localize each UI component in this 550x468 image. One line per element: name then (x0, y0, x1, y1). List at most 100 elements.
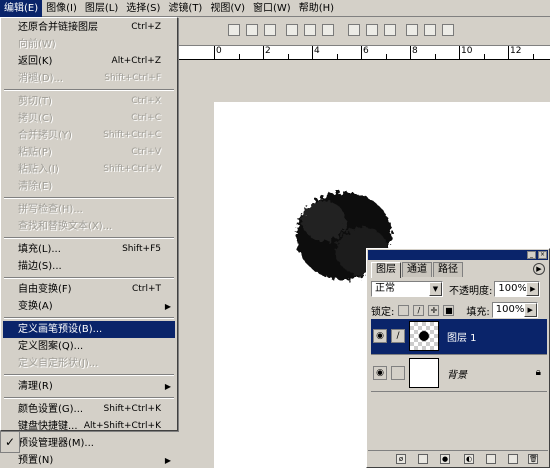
menu-item-label: 粘贴入(I) (18, 164, 59, 175)
menu-item-label: 定义画笔预设(B)... (18, 324, 103, 335)
layer-thumbnail (409, 358, 439, 388)
layers-palette: _ × 图层 通道 路径 ▶ 正常 ▼ 不透明度: 100% ▶ 锁定: / ✛ ■… (366, 248, 550, 468)
menu-item-shortcut: Alt+Ctrl+Z (111, 56, 161, 66)
align-top-icon[interactable] (228, 24, 240, 36)
chevron-down-icon: ▼ (429, 282, 442, 296)
tab-0[interactable]: 图层 (371, 262, 401, 278)
edit-menu-item-1[interactable]: 向前(W) (3, 36, 175, 53)
fill-field[interactable]: 100% ▶ (491, 302, 538, 318)
menu-item-label: 描边(S)... (18, 261, 62, 272)
edit-menu-item-13[interactable]: 描边(S)... (3, 258, 175, 275)
align-left-icon[interactable] (286, 24, 298, 36)
menu-5[interactable]: 视图(V) (206, 0, 249, 17)
edit-menu-item-0[interactable]: 还原合并链接图层 Ctrl+Z (3, 19, 175, 36)
menu-item-label: 返回(K) (18, 56, 53, 67)
menu-separator (4, 397, 174, 399)
close-icon[interactable]: × (538, 251, 547, 259)
lock-transparency-icon[interactable] (398, 304, 410, 316)
menu-item-label: 变换(A) (18, 301, 53, 312)
layer-row-background[interactable]: ◉ 背景 🔒︎ (371, 356, 547, 392)
edit-menu-item-17[interactable]: 定义图案(Q)... (3, 338, 175, 355)
eye-icon[interactable]: ◉ (373, 366, 387, 380)
distribute-right-icon[interactable] (442, 24, 454, 36)
edit-dropdown-menu: 还原合并链接图层 Ctrl+Z 向前(W) 返回(K) Alt+Ctrl+Z 消褪(D).… (0, 17, 178, 466)
palette-tabs: 图层 通道 路径 (371, 262, 464, 278)
lock-pixels-icon[interactable]: / (413, 304, 425, 316)
brush-tool-icon[interactable]: ✓ (0, 431, 20, 453)
lock-all-icon[interactable]: ■ (443, 304, 455, 316)
distribute-bottom-icon[interactable] (384, 24, 396, 36)
menu-item-shortcut: Shift+Ctrl+C (103, 130, 161, 140)
eye-icon[interactable]: ◉ (373, 329, 387, 343)
edit-menu-item-18[interactable]: 定义自定形状(J)... (3, 355, 175, 372)
fill-label: 填充: (466, 306, 490, 318)
edit-menu-item-3[interactable]: 消褪(D)... Shift+Ctrl+F (3, 70, 175, 87)
edit-menu-item-8[interactable]: 粘贴入(I) Shift+Ctrl+V (3, 161, 175, 178)
distribute-top-icon[interactable] (348, 24, 360, 36)
link-layers-icon[interactable]: ø (396, 454, 406, 464)
align-hcenter-icon[interactable] (304, 24, 316, 36)
menu-6[interactable]: 窗口(W) (249, 0, 295, 17)
edit-menu-item-21[interactable]: 键盘快捷键... Alt+Shift+Ctrl+K (3, 418, 175, 435)
edit-menu-item-4[interactable]: 剪切(T) Ctrl+X (3, 93, 175, 110)
edit-menu-item-11[interactable]: 查找和替换文本(X)... (3, 218, 175, 235)
tab-2[interactable]: 路径 (433, 262, 463, 277)
empty-link-cell[interactable] (391, 366, 405, 380)
align-bottom-icon[interactable] (264, 24, 276, 36)
align-vcenter-icon[interactable] (246, 24, 258, 36)
distribute-vcenter-icon[interactable] (366, 24, 378, 36)
distribute-hcenter-icon[interactable] (424, 24, 436, 36)
edit-menu-item-9[interactable]: 清除(E) (3, 178, 175, 195)
edit-menu-item-20[interactable]: 颜色设置(G)... Shift+Ctrl+K (3, 401, 175, 418)
menu-item-label: 定义图案(Q)... (18, 341, 84, 352)
edit-menu-item-14[interactable]: 自由变换(F) Ctrl+T (3, 281, 175, 298)
layer-row-layer1[interactable]: ◉ / 图层 1 (371, 319, 547, 355)
palette-titlebar[interactable]: _ × (368, 250, 548, 260)
menu-3[interactable]: 选择(S) (122, 0, 164, 17)
minimize-icon[interactable]: _ (527, 251, 536, 259)
menu-item-label: 清理(R) (18, 381, 53, 392)
new-set-icon[interactable] (486, 454, 496, 464)
align-right-icon[interactable] (322, 24, 334, 36)
lock-label: 锁定: (371, 306, 395, 318)
menu-item-label: 预设管理器(M)... (18, 438, 94, 449)
lock-position-icon[interactable]: ✛ (428, 304, 440, 316)
ruler-tick (336, 54, 338, 59)
ruler-label: 8 (412, 46, 418, 56)
menu-1[interactable]: 图像(I) (42, 0, 81, 17)
ruler-tick (361, 46, 362, 59)
edit-menu-item-5[interactable]: 拷贝(C) Ctrl+C (3, 110, 175, 127)
ruler-tick (410, 46, 411, 59)
submenu-arrow-icon: ▶ (164, 302, 171, 311)
add-mask-icon[interactable]: ● (440, 454, 450, 464)
edit-menu-item-12[interactable]: 填充(L)... Shift+F5 (3, 241, 175, 258)
edit-menu-item-16[interactable]: 定义画笔预设(B)... (3, 321, 175, 338)
new-fill-layer-icon[interactable]: ◐ (464, 454, 474, 464)
menu-4[interactable]: 滤镜(T) (164, 0, 206, 17)
edit-menu-item-2[interactable]: 返回(K) Alt+Ctrl+Z (3, 53, 175, 70)
blend-mode-select[interactable]: 正常 ▼ (371, 281, 443, 297)
edit-menu-item-23[interactable]: 预置(N) ▶ (3, 452, 175, 468)
menu-7[interactable]: 帮助(H) (295, 0, 338, 17)
edit-menu-item-7[interactable]: 粘贴(P) Ctrl+V (3, 144, 175, 161)
edit-menu-item-6[interactable]: 合并拷贝(Y) Shift+Ctrl+C (3, 127, 175, 144)
edit-menu-item-22[interactable]: 预设管理器(M)... (3, 435, 175, 452)
menu-2[interactable]: 图层(L) (81, 0, 122, 17)
opacity-field[interactable]: 100% ▶ (494, 281, 541, 297)
edit-menu-item-19[interactable]: 清理(R) ▶ (3, 378, 175, 395)
edit-menu-item-10[interactable]: 拼写检查(H)... (3, 201, 175, 218)
layer-style-icon[interactable] (418, 454, 428, 464)
edit-menu-item-15[interactable]: 变换(A) ▶ (3, 298, 175, 315)
menu-item-shortcut: Shift+Ctrl+V (103, 164, 161, 174)
chevron-right-icon: ▶ (526, 282, 540, 296)
lock-row: 锁定: / ✛ ■ 填充: 100% ▶ (371, 301, 538, 319)
new-layer-icon[interactable] (508, 454, 518, 464)
tab-1[interactable]: 通道 (402, 262, 432, 277)
distribute-left-icon[interactable] (406, 24, 418, 36)
menu-item-label: 还原合并链接图层 (18, 22, 98, 33)
brush-link-icon[interactable]: / (391, 329, 405, 343)
ruler-tick (214, 46, 215, 59)
menu-0[interactable]: 编辑(E) (0, 0, 43, 17)
palette-menu-icon[interactable]: ▶ (533, 263, 545, 275)
trash-icon[interactable]: 🗑︎ (528, 454, 538, 464)
